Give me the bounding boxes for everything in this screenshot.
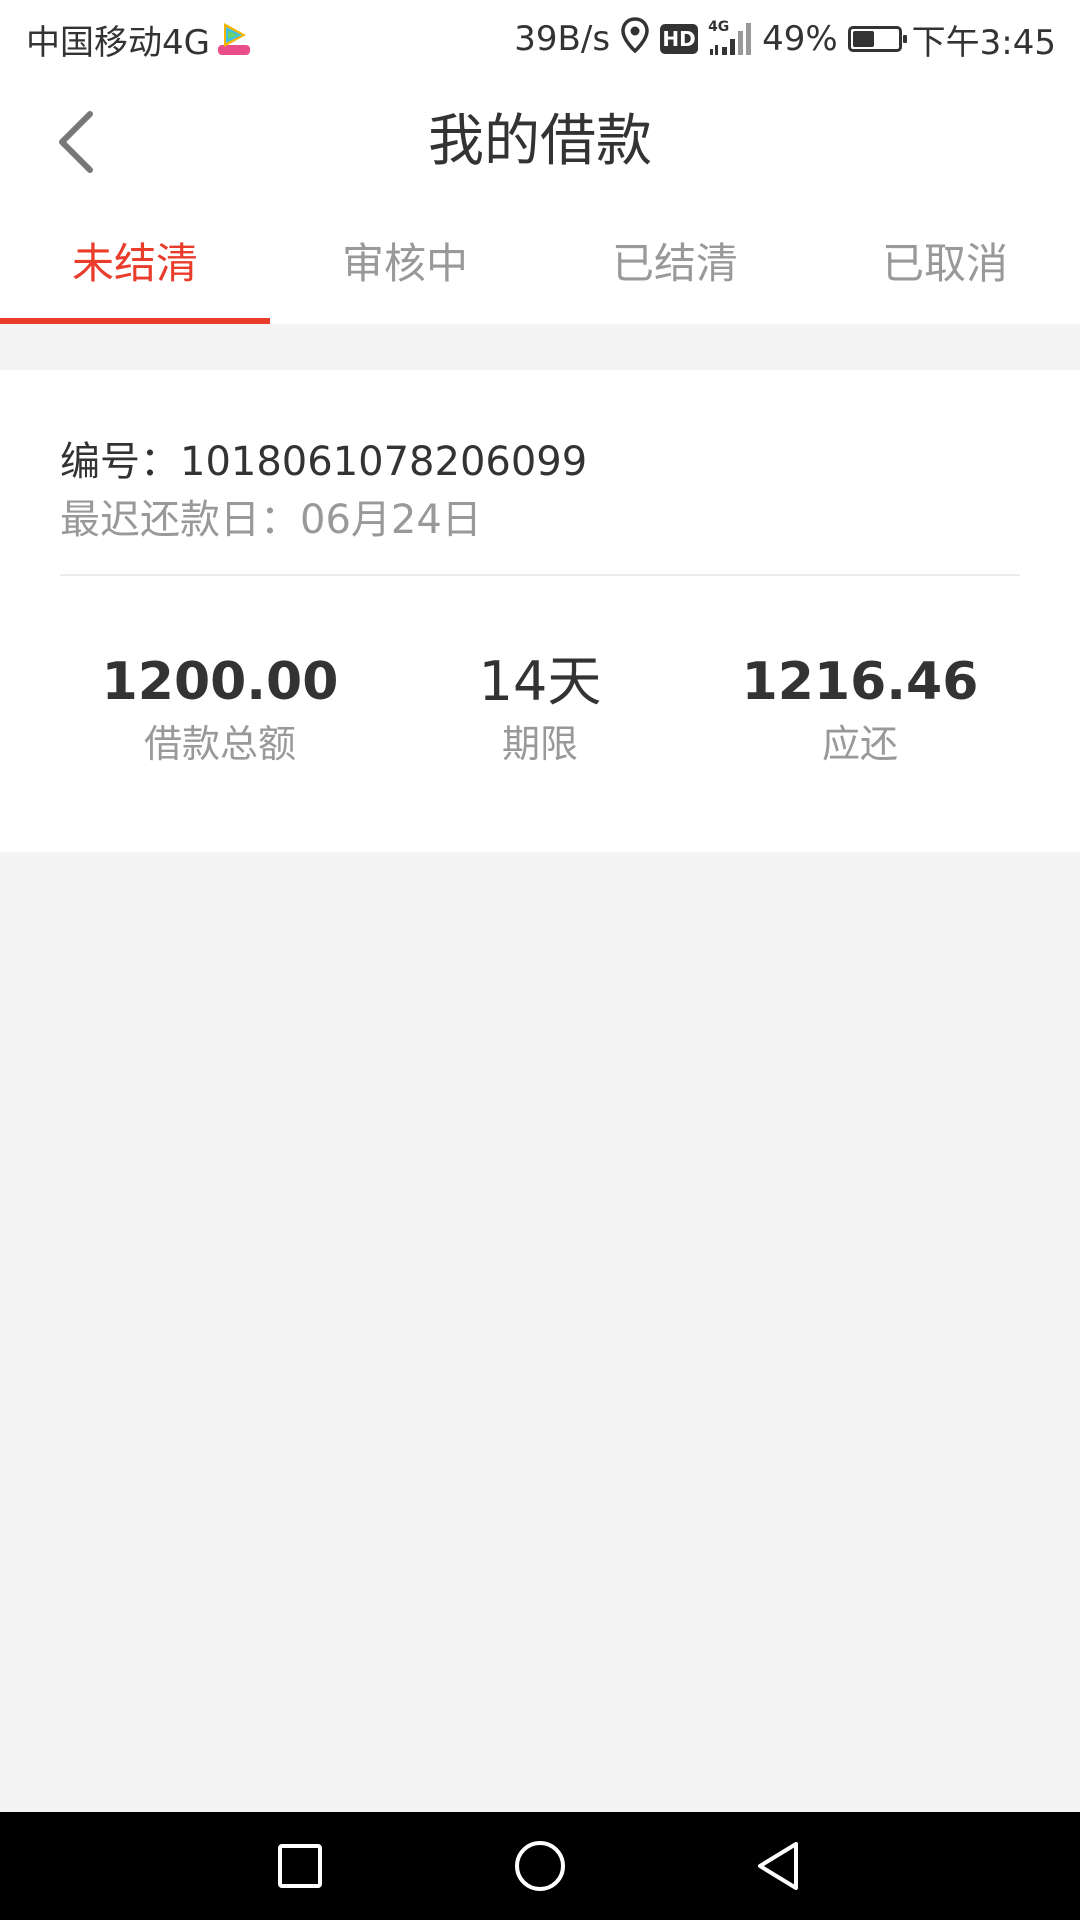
signal-icon: 4G <box>708 19 752 57</box>
stat-label: 应还 <box>821 722 898 766</box>
stat-repayment: 1216.46 应还 <box>700 650 1020 772</box>
loan-stats: 1200.00 借款总额 14天 期限 1216.46 应还 <box>60 650 1020 772</box>
hd-icon: HD <box>660 24 699 54</box>
status-bar: 中国移动4G 39B/s HD 4G 49% 下午3:45 <box>0 0 1080 78</box>
page-title: 我的借款 <box>428 109 652 174</box>
tab-settled[interactable]: 已结清 <box>540 206 810 324</box>
tab-unsettled[interactable]: 未结清 <box>0 206 270 324</box>
nav-bar: 我的借款 <box>0 78 1080 206</box>
network-type-label: 4G <box>708 19 730 35</box>
stat-label: 期限 <box>501 722 578 766</box>
tab-label: 审核中 <box>341 238 468 288</box>
tab-reviewing[interactable]: 审核中 <box>270 206 540 324</box>
location-icon <box>620 16 650 62</box>
battery-level <box>852 31 875 47</box>
home-button[interactable] <box>480 1812 600 1920</box>
loan-card[interactable]: 编号：1018061078206099 最迟还款日：06月24日 1200.00… <box>0 370 1080 852</box>
stat-label: 借款总额 <box>143 722 296 766</box>
system-nav-bar <box>0 1812 1080 1920</box>
video-app-icon <box>214 19 254 59</box>
clock: 下午3:45 <box>911 22 1056 63</box>
tab-cancelled[interactable]: 已取消 <box>810 206 1080 324</box>
network-speed: 39B/s <box>514 19 611 59</box>
square-icon <box>278 1844 322 1888</box>
triangle-back-icon <box>758 1842 798 1890</box>
card-divider <box>60 574 1020 576</box>
status-left: 中国移动4G <box>26 14 254 64</box>
tab-label: 已取消 <box>881 238 1008 288</box>
battery-percent: 49% <box>762 19 838 59</box>
stat-term: 14天 期限 <box>380 650 700 772</box>
stat-value: 1216.46 <box>741 652 979 712</box>
loan-due-date: 最迟还款日：06月24日 <box>60 497 482 543</box>
tab-bar: 未结清 审核中 已结清 已取消 <box>0 206 1080 324</box>
stat-value: 14天 <box>478 650 602 713</box>
status-right: 39B/s HD 4G 49% 下午3:45 <box>504 14 1056 64</box>
carrier-label: 中国移动4G <box>26 22 210 63</box>
loan-number: 编号：1018061078206099 <box>60 439 588 485</box>
recents-button[interactable] <box>240 1812 360 1920</box>
stat-total-amount: 1200.00 借款总额 <box>60 650 380 772</box>
stat-value: 1200.00 <box>101 652 339 712</box>
tab-label: 已结清 <box>611 238 738 288</box>
back-system-button[interactable] <box>720 1812 840 1920</box>
circle-icon <box>515 1841 565 1891</box>
battery-icon <box>847 26 907 52</box>
tab-label: 未结清 <box>71 238 198 288</box>
